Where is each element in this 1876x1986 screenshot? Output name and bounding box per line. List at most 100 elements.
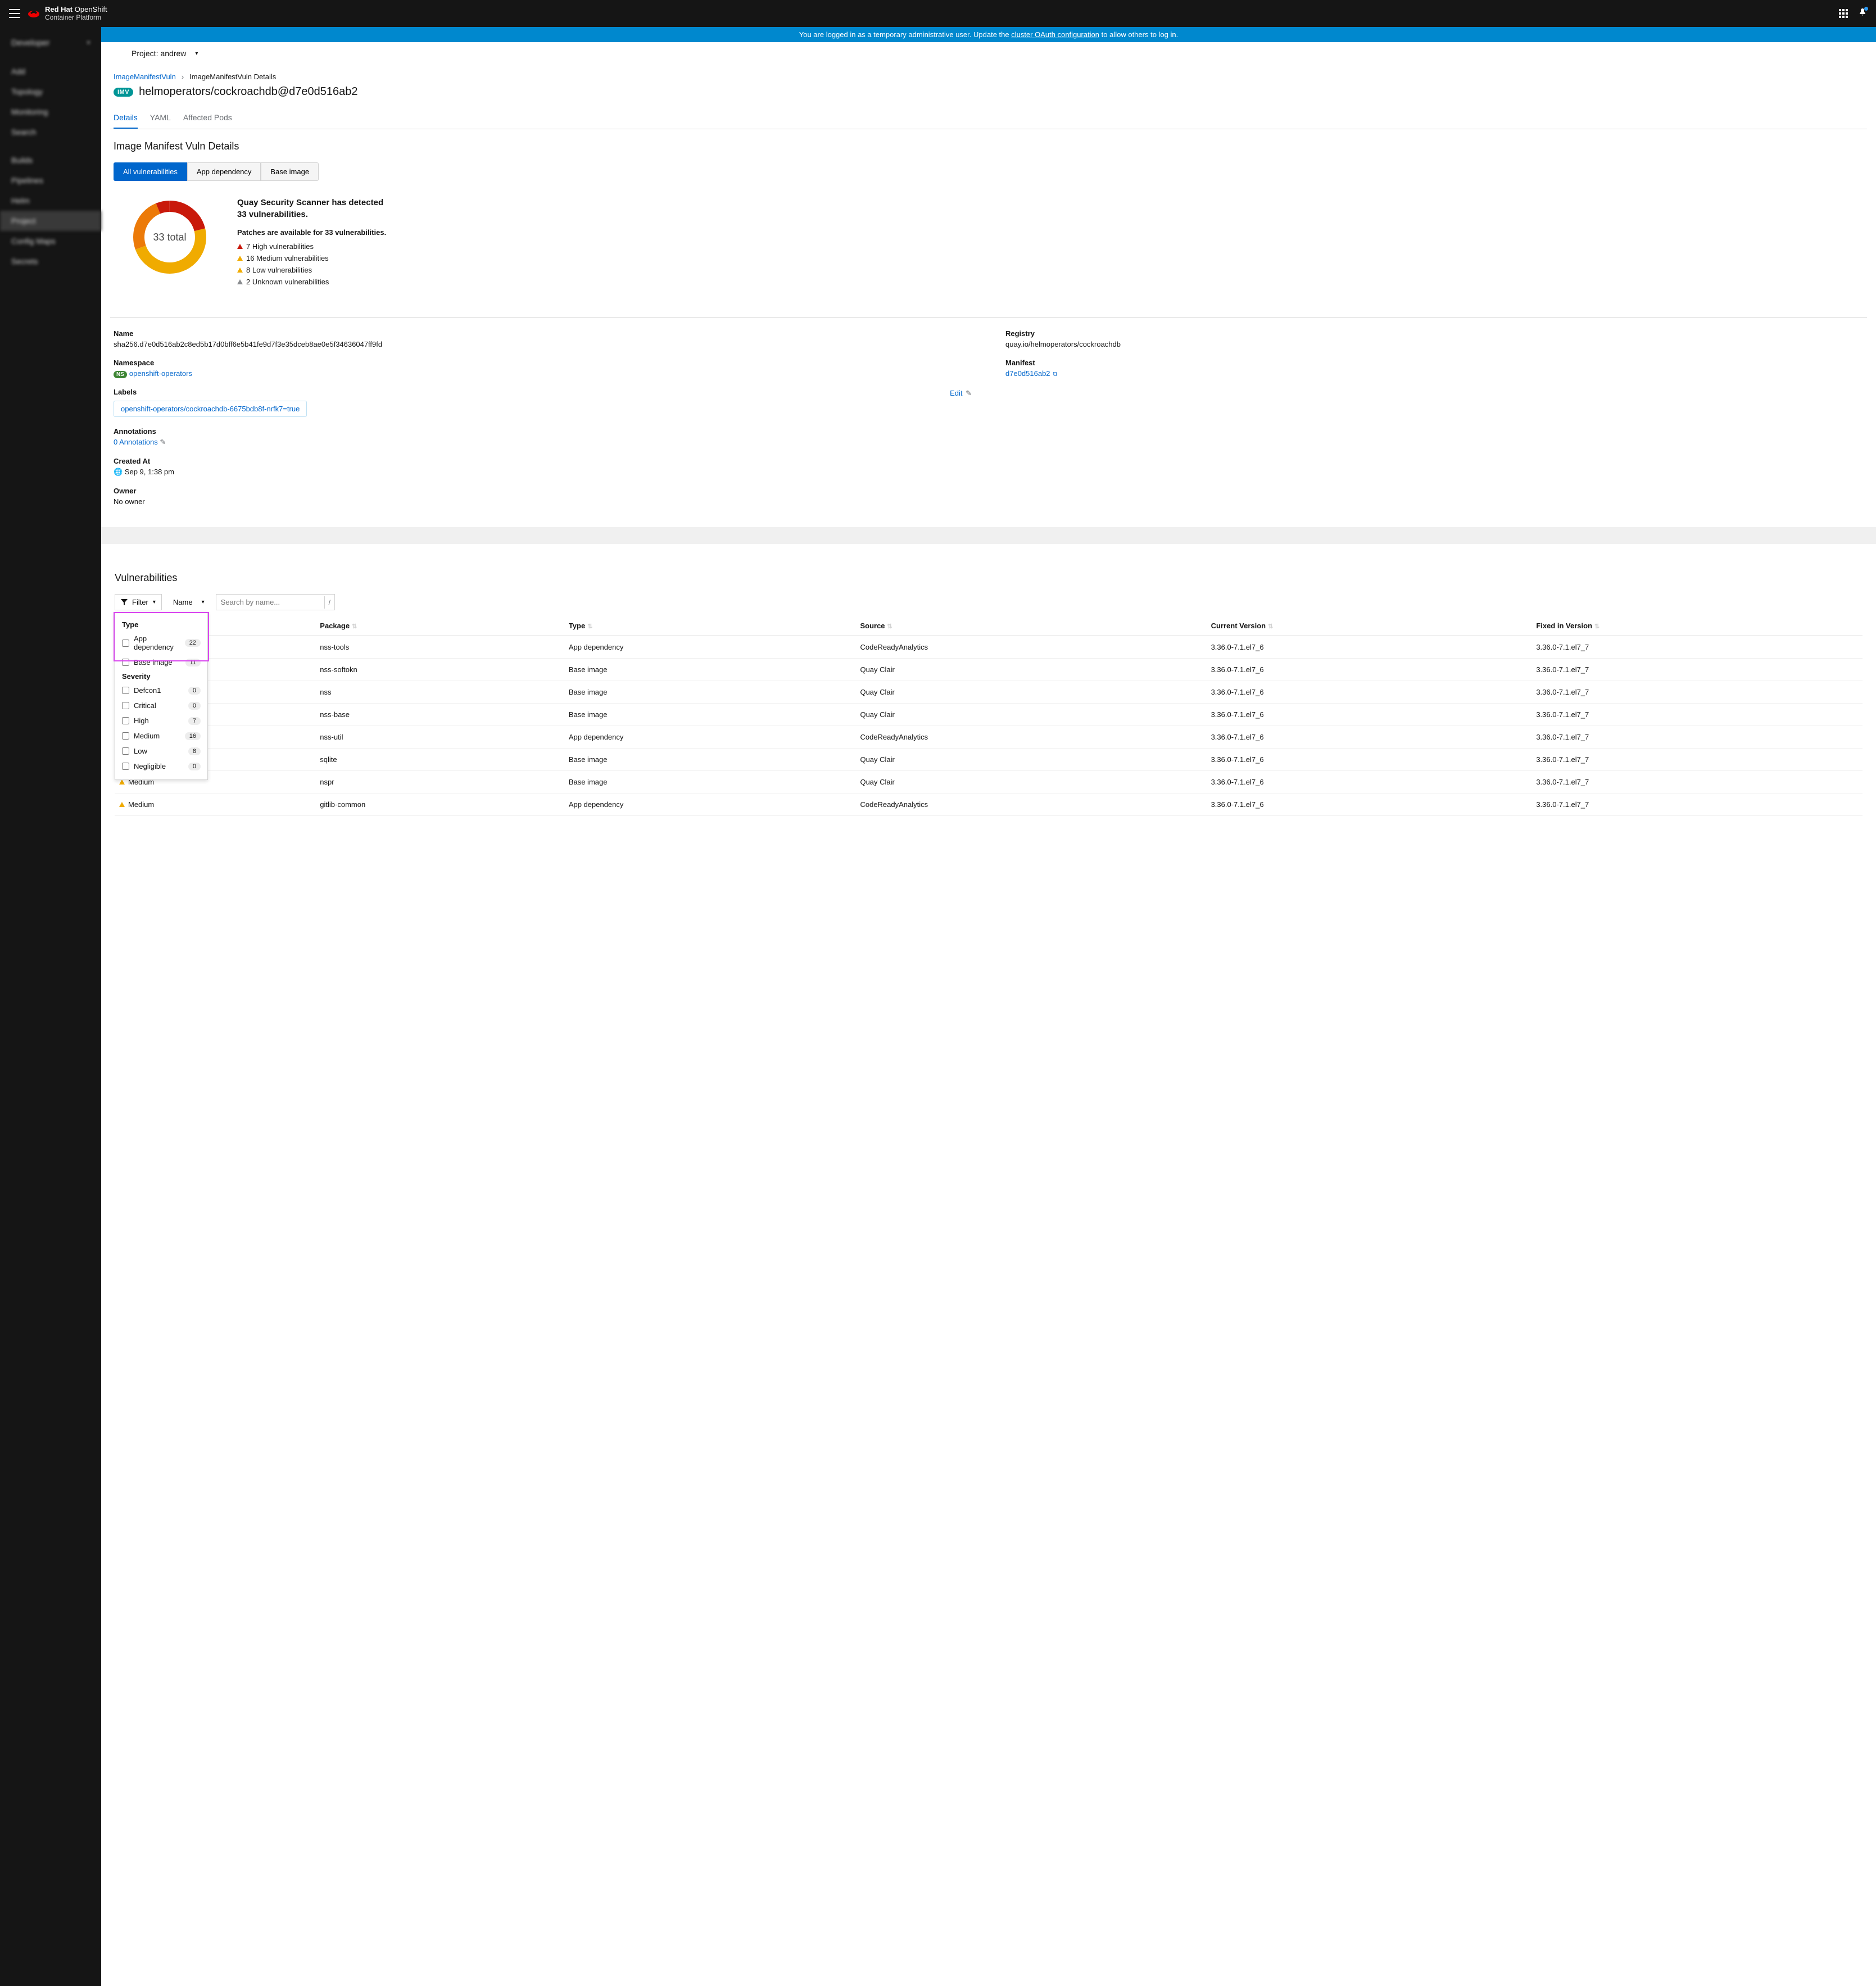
page-title: helmoperators/cockroachdb@d7e0d516ab2 bbox=[139, 85, 357, 98]
labels-label: Labels bbox=[114, 388, 137, 396]
triangle-high-icon bbox=[237, 244, 243, 249]
package-value: nss bbox=[315, 681, 564, 704]
oauth-config-link[interactable]: cluster OAuth configuration bbox=[1011, 30, 1099, 39]
checkbox[interactable] bbox=[122, 659, 129, 666]
breadcrumb-root[interactable]: ImageManifestVuln bbox=[114, 72, 176, 81]
sort-icon: ⇅ bbox=[587, 623, 592, 630]
bell-icon[interactable] bbox=[1858, 8, 1867, 20]
sidebar-perspective[interactable]: Developer▾ bbox=[0, 33, 101, 53]
table-row: Highnss-baseBase imageQuay Clair3.36.0-7… bbox=[115, 704, 1863, 726]
namespace-link[interactable]: openshift-operators bbox=[129, 369, 192, 378]
table-row: HighnssBase imageQuay Clair3.36.0-7.1.el… bbox=[115, 681, 1863, 704]
sev-medium-line: 16 Medium vulnerabilities bbox=[237, 254, 386, 262]
col-source[interactable]: Source⇅ bbox=[855, 616, 1206, 636]
tab-affected-pods[interactable]: Affected Pods bbox=[183, 107, 232, 129]
col-type[interactable]: Type⇅ bbox=[564, 616, 856, 636]
edit-labels[interactable]: Edit ✎ bbox=[950, 389, 972, 398]
type-value: Base image bbox=[564, 681, 856, 704]
checkbox[interactable] bbox=[122, 640, 129, 647]
checkbox[interactable] bbox=[122, 747, 129, 755]
sev-unknown-line: 2 Unknown vulnerabilities bbox=[237, 278, 386, 286]
col-package[interactable]: Package⇅ bbox=[315, 616, 564, 636]
col-current-version[interactable]: Current Version⇅ bbox=[1207, 616, 1532, 636]
dd-item[interactable]: App dependency22 bbox=[115, 631, 207, 655]
dd-item[interactable]: Medium16 bbox=[115, 728, 207, 743]
summary-title-2: 33 vulnerabilities. bbox=[237, 210, 386, 219]
sort-icon: ⇅ bbox=[887, 623, 892, 630]
created-label: Created At bbox=[114, 457, 972, 465]
dd-item[interactable]: Base image11 bbox=[115, 655, 207, 670]
external-link-icon: ⧉ bbox=[1052, 371, 1058, 378]
sort-icon: ⇅ bbox=[352, 623, 357, 630]
dd-severity-heading: Severity bbox=[115, 670, 207, 683]
sidebar-item[interactable]: Config Maps bbox=[0, 231, 101, 251]
sidebar-item[interactable]: Builds bbox=[0, 150, 101, 170]
source-value: Quay Clair bbox=[855, 771, 1206, 794]
checkbox[interactable] bbox=[122, 732, 129, 740]
sidebar-item[interactable]: Pipelines bbox=[0, 170, 101, 191]
sidebar-item[interactable]: Search bbox=[0, 122, 101, 142]
namespace-label: Namespace bbox=[114, 359, 972, 367]
annotations-label: Annotations bbox=[114, 427, 972, 436]
pencil-icon[interactable]: ✎ bbox=[158, 438, 166, 446]
manifest-link[interactable]: d7e0d516ab2 ⧉ bbox=[1005, 369, 1057, 378]
sidebar-item[interactable]: Secrets bbox=[0, 251, 101, 271]
slash-shortcut: / bbox=[324, 596, 334, 609]
checkbox[interactable] bbox=[122, 702, 129, 709]
annotations-link[interactable]: 0 Annotations bbox=[114, 438, 158, 446]
type-value: Base image bbox=[564, 659, 856, 681]
fixed-version-value: 3.36.0-7.1.el7_7 bbox=[1531, 704, 1863, 726]
current-version-value: 3.36.0-7.1.el7_6 bbox=[1207, 636, 1532, 659]
chevron-down-icon: ▾ bbox=[202, 599, 205, 605]
hamburger-menu-icon[interactable] bbox=[9, 9, 20, 18]
fixed-version-value: 3.36.0-7.1.el7_7 bbox=[1531, 659, 1863, 681]
btn-app-dependency[interactable]: App dependency bbox=[187, 162, 261, 181]
dd-item[interactable]: Defcon10 bbox=[115, 683, 207, 698]
apps-icon[interactable] bbox=[1839, 9, 1848, 18]
tab-details[interactable]: Details bbox=[114, 107, 138, 129]
checkbox[interactable] bbox=[122, 763, 129, 770]
tab-yaml[interactable]: YAML bbox=[150, 107, 171, 129]
owner-label: Owner bbox=[114, 487, 972, 495]
sidebar-item[interactable]: Project bbox=[0, 211, 101, 231]
btn-all-vuln[interactable]: All vulnerabilities bbox=[114, 162, 187, 181]
sidebar-item[interactable]: Topology bbox=[0, 81, 101, 102]
table-row: Mediumgitlib-commonApp dependencyCodeRea… bbox=[115, 794, 1863, 816]
label-chip[interactable]: openshift-operators/cockroachdb-6675bdb8… bbox=[114, 401, 307, 417]
registry-label: Registry bbox=[1005, 329, 1864, 338]
search-input[interactable] bbox=[216, 595, 324, 610]
type-value: Base image bbox=[564, 771, 856, 794]
source-value: CodeReadyAnalytics bbox=[855, 794, 1206, 816]
name-filter-button[interactable]: Name▾ bbox=[167, 595, 210, 610]
dd-item[interactable]: Negligible0 bbox=[115, 759, 207, 774]
vuln-table: Severity↑ Package⇅ Type⇅ Source⇅ Current… bbox=[115, 616, 1863, 816]
col-fixed-version[interactable]: Fixed in Version⇅ bbox=[1531, 616, 1863, 636]
count-badge: 0 bbox=[188, 687, 201, 695]
sidebar-item[interactable]: Helm bbox=[0, 191, 101, 211]
breadcrumb-current: ImageManifestVuln Details bbox=[189, 72, 276, 81]
count-badge: 0 bbox=[188, 702, 201, 710]
manifest-label: Manifest bbox=[1005, 359, 1864, 367]
checkbox[interactable] bbox=[122, 717, 129, 724]
triangle-unknown-icon bbox=[237, 279, 243, 284]
current-version-value: 3.36.0-7.1.el7_6 bbox=[1207, 726, 1532, 749]
dd-item[interactable]: High7 bbox=[115, 713, 207, 728]
summary-subtitle: Patches are available for 33 vulnerabili… bbox=[237, 228, 386, 237]
sort-icon: ⇅ bbox=[1268, 623, 1273, 630]
summary-title: Quay Security Scanner has detected bbox=[237, 198, 386, 207]
table-row: Highnss-toolsApp dependencyCodeReadyAnal… bbox=[115, 636, 1863, 659]
triangle-low-icon bbox=[237, 267, 243, 273]
project-selector[interactable]: Project: andrew ▾ bbox=[101, 42, 1876, 65]
checkbox[interactable] bbox=[122, 687, 129, 694]
dd-item[interactable]: Low8 bbox=[115, 743, 207, 759]
current-version-value: 3.36.0-7.1.el7_6 bbox=[1207, 794, 1532, 816]
btn-base-image[interactable]: Base image bbox=[261, 162, 319, 181]
table-row: HighsqliteBase imageQuay Clair3.36.0-7.1… bbox=[115, 749, 1863, 771]
count-badge: 7 bbox=[188, 717, 201, 725]
brand-logo[interactable]: Red Hat OpenShift Container Platform bbox=[27, 6, 107, 21]
filter-button[interactable]: Filter▾ bbox=[115, 594, 162, 610]
sidebar-item[interactable]: Add bbox=[0, 61, 101, 81]
sidebar-item[interactable]: Monitoring bbox=[0, 102, 101, 122]
type-value: App dependency bbox=[564, 726, 856, 749]
dd-item[interactable]: Critical0 bbox=[115, 698, 207, 713]
